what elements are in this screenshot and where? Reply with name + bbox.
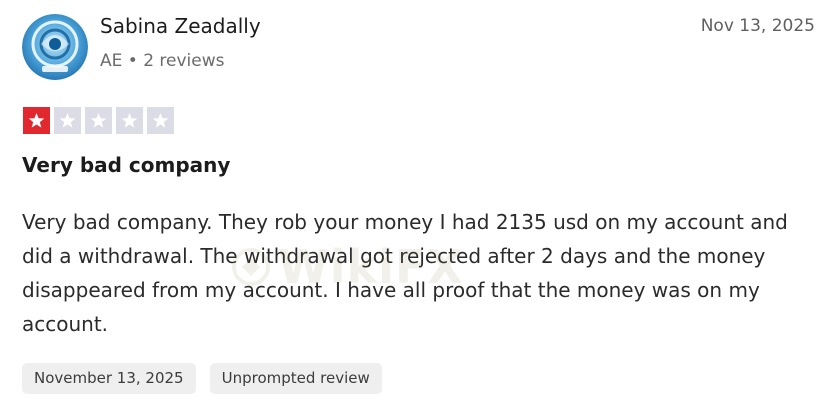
star-icon [90, 112, 107, 128]
star-empty [116, 107, 143, 134]
review-title: Very bad company [22, 153, 231, 177]
review-body: Very bad company. They rob your money I … [22, 210, 788, 336]
review-card: Sabina Zeadally AE • 2 reviews Nov 13, 2… [0, 0, 825, 412]
reviewer-name[interactable]: Sabina Zeadally [100, 14, 261, 38]
star-icon [121, 112, 138, 128]
review-date: Nov 13, 2025 [700, 16, 815, 36]
avatar-logo-icon [22, 14, 88, 80]
date-tag: November 13, 2025 [22, 363, 196, 394]
unprompted-review-tag: Unprompted review [209, 363, 382, 394]
star-filled [23, 107, 50, 134]
star-rating [23, 107, 174, 134]
star-empty [54, 107, 81, 134]
star-icon [152, 112, 169, 128]
star-empty [147, 107, 174, 134]
star-icon [28, 112, 45, 128]
avatar[interactable] [22, 14, 88, 80]
star-empty [85, 107, 112, 134]
tag-list: November 13, 2025 Unprompted review [22, 363, 382, 394]
reviewer-meta: AE • 2 reviews [100, 51, 225, 71]
star-icon [59, 112, 76, 128]
